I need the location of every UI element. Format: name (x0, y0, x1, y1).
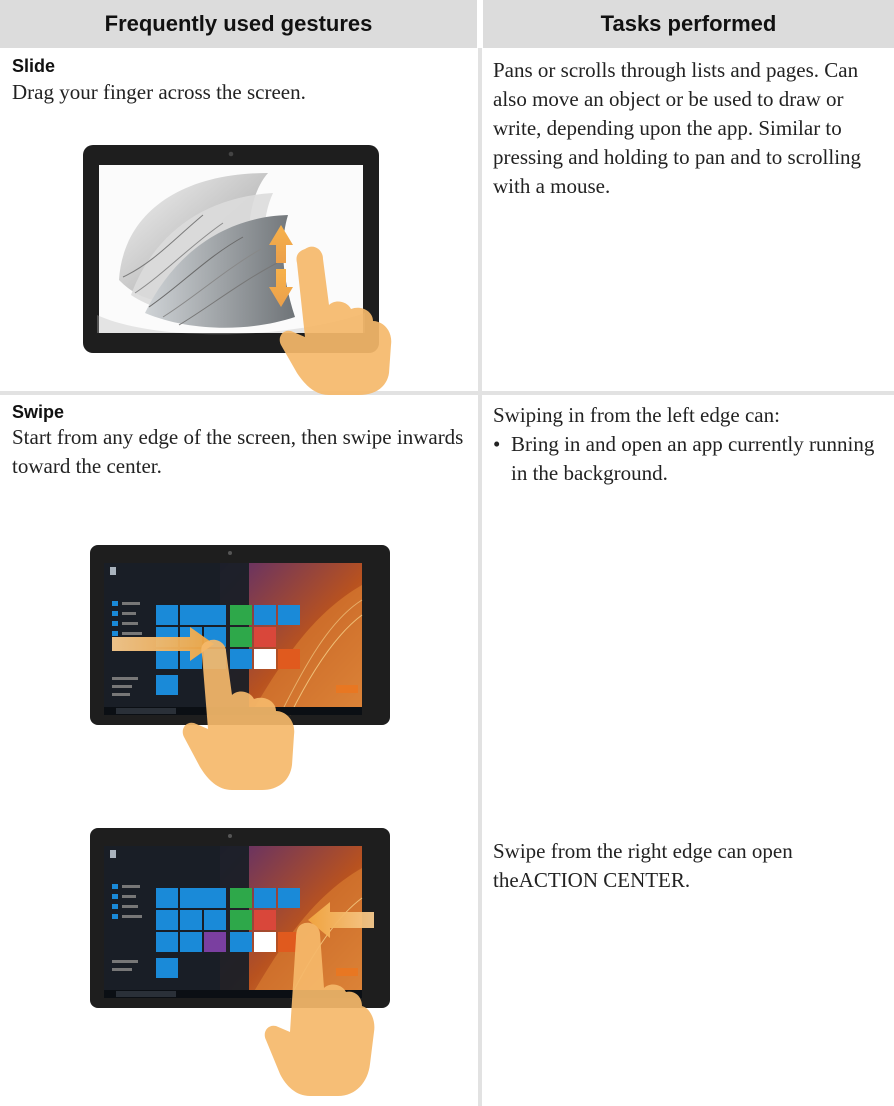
gesture-name-slide: Slide (12, 56, 56, 76)
column-divider (478, 48, 482, 1106)
tablet-swipe-left-illustration (90, 545, 390, 800)
task-description-swipe-left: Swiping in from the left edge can: (493, 403, 780, 427)
gesture-instruction-slide: Drag your finger across the screen. (12, 80, 306, 104)
task-description-swipe-right: Swipe from the right edge can open theAC… (493, 839, 793, 892)
gestures-column-header: Frequently used gestures (0, 0, 477, 48)
tablet-slide-illustration (83, 145, 403, 395)
gesture-name-swipe: Swipe (12, 402, 65, 422)
task-description-slide: Pans or scrolls through lists and pages.… (493, 58, 862, 198)
gesture-instruction-swipe: Start from any edge of the screen, then … (12, 425, 464, 478)
tablet-swipe-right-illustration (90, 828, 390, 1103)
tasks-column-header: Tasks performed (483, 0, 894, 48)
swipe-left-bullet-item: Bring in and open an app currently runni… (493, 430, 878, 488)
swipe-left-bullet-list: Bring in and open an app currently runni… (493, 430, 878, 488)
